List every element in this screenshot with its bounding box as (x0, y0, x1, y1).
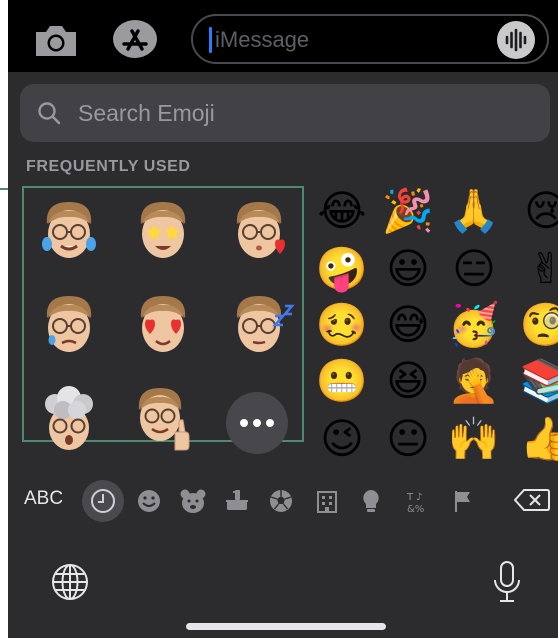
category-symbols[interactable]: T ♪ &% (400, 484, 434, 518)
emoji-cell[interactable]: 😢 (516, 184, 558, 238)
emoji-cell[interactable]: 🙏 (444, 184, 504, 238)
microphone-icon (494, 561, 520, 602)
emoji-keyboard: Search Emoji FREQUENTLY USED 😂 🎉 🙏 😢 🤪 😃… (8, 72, 558, 638)
category-food[interactable] (220, 484, 254, 518)
more-dot-icon (240, 419, 248, 427)
memoji-face-icon (140, 296, 186, 352)
category-activity[interactable] (264, 484, 298, 518)
memoji-face-icon (138, 388, 190, 451)
svg-text:T: T (406, 492, 414, 503)
imessage-placeholder: iMessage (215, 27, 310, 52)
home-indicator[interactable] (186, 623, 386, 630)
svg-text:♪: ♪ (416, 492, 422, 503)
globe-button[interactable] (50, 562, 90, 602)
emoji-cell[interactable]: 🧐 (516, 298, 558, 352)
more-memoji-button[interactable] (226, 392, 288, 454)
camera-button[interactable] (32, 22, 80, 58)
phone-screen: iMessage Search Emoji FREQUENTLY USED 😂 … (8, 0, 558, 638)
emoji-cell[interactable]: 🥳 (444, 298, 504, 352)
category-animals[interactable] (176, 484, 210, 518)
emoji-cell[interactable]: 🎉 (378, 184, 438, 238)
flag-icon (455, 491, 470, 512)
soccer-ball-icon (270, 490, 292, 512)
memoji-blowing-kiss[interactable] (216, 190, 302, 270)
food-icon (226, 490, 248, 510)
waveform-icon (505, 28, 527, 52)
memoji-face-icon (45, 386, 93, 450)
emoji-cell[interactable]: 😂 (312, 184, 372, 238)
memoji-face-icon (236, 202, 285, 258)
dictation-button[interactable] (492, 560, 522, 604)
globe-icon (52, 564, 88, 600)
search-icon (38, 102, 61, 125)
emoji-cell[interactable]: 😅 (378, 298, 438, 352)
camera-icon (36, 26, 76, 56)
emoji-cell[interactable]: 😑 (444, 242, 504, 296)
memoji-face-icon (46, 296, 92, 352)
emoji-cell[interactable]: ✌ (516, 242, 558, 296)
emoji-cell[interactable]: 🥴 (312, 298, 372, 352)
memoji-face-icon (236, 296, 295, 352)
message-bar: iMessage (8, 0, 558, 72)
memoji-heart-eyes[interactable] (120, 284, 206, 364)
app-store-button[interactable] (112, 19, 158, 59)
memoji-face-icon (42, 202, 96, 258)
memoji-thumbs-up[interactable] (120, 378, 206, 458)
bear-icon (180, 489, 206, 513)
memoji-sad-tear[interactable] (26, 284, 112, 364)
emoji-cell[interactable]: 🙌 (444, 412, 504, 466)
app-store-icon (113, 20, 157, 58)
lightbulb-icon (363, 490, 379, 512)
clock-icon (91, 489, 115, 513)
more-dot-icon (253, 419, 261, 427)
category-recents[interactable] (82, 480, 124, 522)
emoji-cell[interactable]: 🤪 (312, 242, 372, 296)
building-icon (317, 491, 337, 513)
emoji-cell[interactable]: 😬 (312, 354, 372, 408)
audio-message-button[interactable] (497, 21, 535, 59)
svg-text:&%: &% (407, 504, 424, 515)
emoji-cell[interactable]: 😆 (378, 354, 438, 408)
more-dot-icon (266, 419, 274, 427)
emoji-cell[interactable]: 📚 (516, 354, 558, 408)
delete-button[interactable] (513, 488, 550, 512)
screen: iMessage Search Emoji FREQUENTLY USED 😂 … (0, 0, 558, 638)
category-flags[interactable] (446, 484, 480, 518)
text-cursor (209, 27, 212, 53)
imessage-input[interactable]: iMessage (191, 14, 549, 64)
emoji-search-placeholder: Search Emoji (78, 100, 215, 126)
emoji-cell[interactable]: 😃 (378, 242, 438, 296)
emoji-cell[interactable]: 😐 (378, 412, 438, 466)
smiley-icon (138, 490, 160, 512)
category-smileys[interactable] (132, 484, 166, 518)
abc-keyboard-button[interactable]: ABC (24, 488, 63, 510)
memoji-star-eyes[interactable] (120, 190, 206, 270)
memoji-sleeping-zzz[interactable] (216, 284, 302, 364)
memoji-mind-blown[interactable] (26, 378, 112, 458)
category-objects[interactable] (354, 484, 388, 518)
memoji-crying-tears[interactable] (26, 190, 112, 270)
section-title: FREQUENTLY USED (26, 158, 191, 175)
category-travel[interactable] (310, 484, 344, 518)
memoji-face-icon (140, 202, 186, 258)
emoji-search-field[interactable]: Search Emoji (20, 84, 550, 142)
emoji-cell[interactable]: 👍 (516, 412, 558, 466)
emoji-cell[interactable]: 😉 (312, 412, 372, 466)
delete-icon (513, 489, 550, 511)
emoji-category-bar: ABC T ♪ &% (8, 476, 558, 522)
emoji-cell[interactable]: 🤦 (444, 354, 504, 408)
symbols-icon: T ♪ &% (406, 492, 424, 515)
